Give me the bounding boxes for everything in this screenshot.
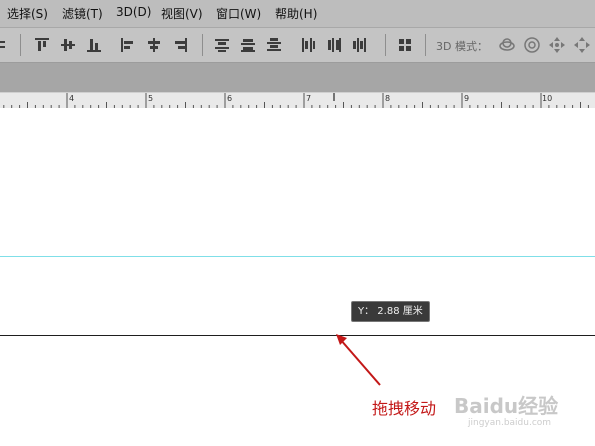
distribute-horizontal-centers-icon[interactable] [327, 38, 341, 52]
position-tooltip: Y： 2.88 厘米 [351, 301, 430, 322]
separator [20, 34, 21, 56]
horizontal-ruler[interactable]: 4 5 6 7 8 9 10 [0, 92, 595, 109]
baidu-watermark-url: jingyan.baidu.com [468, 418, 552, 428]
separator [385, 34, 386, 56]
align-top-edges-icon[interactable] [35, 38, 49, 52]
menu-window[interactable]: 窗口(W) [216, 5, 261, 22]
slide-3d-icon[interactable] [572, 35, 592, 55]
ruler-label: 6 [227, 94, 233, 103]
separator [425, 34, 426, 56]
distribute-bottom-icon[interactable] [267, 38, 281, 52]
align-horizontal-centers-icon[interactable] [147, 38, 161, 52]
menu-view[interactable]: 视图(V) [161, 5, 203, 22]
distribute-right-icon[interactable] [353, 38, 367, 52]
partial-tool-icon [0, 39, 6, 51]
ruler-label: 8 [385, 94, 391, 103]
align-left-edges-icon[interactable] [121, 38, 135, 52]
menu-filter[interactable]: 滤镜(T) [62, 5, 103, 22]
menu-bar: 选择(S) 滤镜(T) 3D(D) 视图(V) 窗口(W) 帮助(H) [0, 0, 595, 28]
ruler-label: 5 [148, 94, 154, 103]
roll-3d-icon[interactable] [522, 35, 542, 55]
existing-guide-line[interactable] [0, 256, 595, 257]
distribute-top-icon[interactable] [215, 38, 229, 52]
options-bar: 3D 模式： [0, 28, 595, 63]
distribute-left-icon[interactable] [301, 38, 315, 52]
ruler-label: 7 [306, 94, 312, 103]
ruler-label: 4 [69, 94, 75, 103]
baidu-watermark: Baidu经验 [454, 394, 559, 418]
separator [202, 34, 203, 56]
menu-help[interactable]: 帮助(H) [275, 5, 317, 22]
distribute-vertical-centers-icon[interactable] [241, 38, 255, 52]
dragging-guide-line[interactable] [0, 335, 595, 336]
annotation-arrow [336, 334, 381, 386]
auto-align-layers-icon[interactable] [398, 38, 412, 52]
menu-select[interactable]: 选择(S) [7, 5, 48, 22]
rotate-3d-icon[interactable] [497, 35, 517, 55]
annotation-label: 拖拽移动 [372, 399, 437, 418]
pan-3d-icon[interactable] [547, 35, 567, 55]
ruler-label: 10 [542, 94, 553, 103]
menu-3d[interactable]: 3D(D) [116, 5, 151, 19]
document-tab-bar [0, 63, 595, 92]
align-vertical-centers-icon[interactable] [61, 38, 75, 52]
ruler-ticks [3, 93, 589, 108]
align-bottom-edges-icon[interactable] [87, 38, 101, 52]
align-right-edges-icon[interactable] [173, 38, 187, 52]
ruler-label: 9 [464, 94, 470, 103]
3d-mode-label: 3D 模式： [436, 40, 488, 53]
